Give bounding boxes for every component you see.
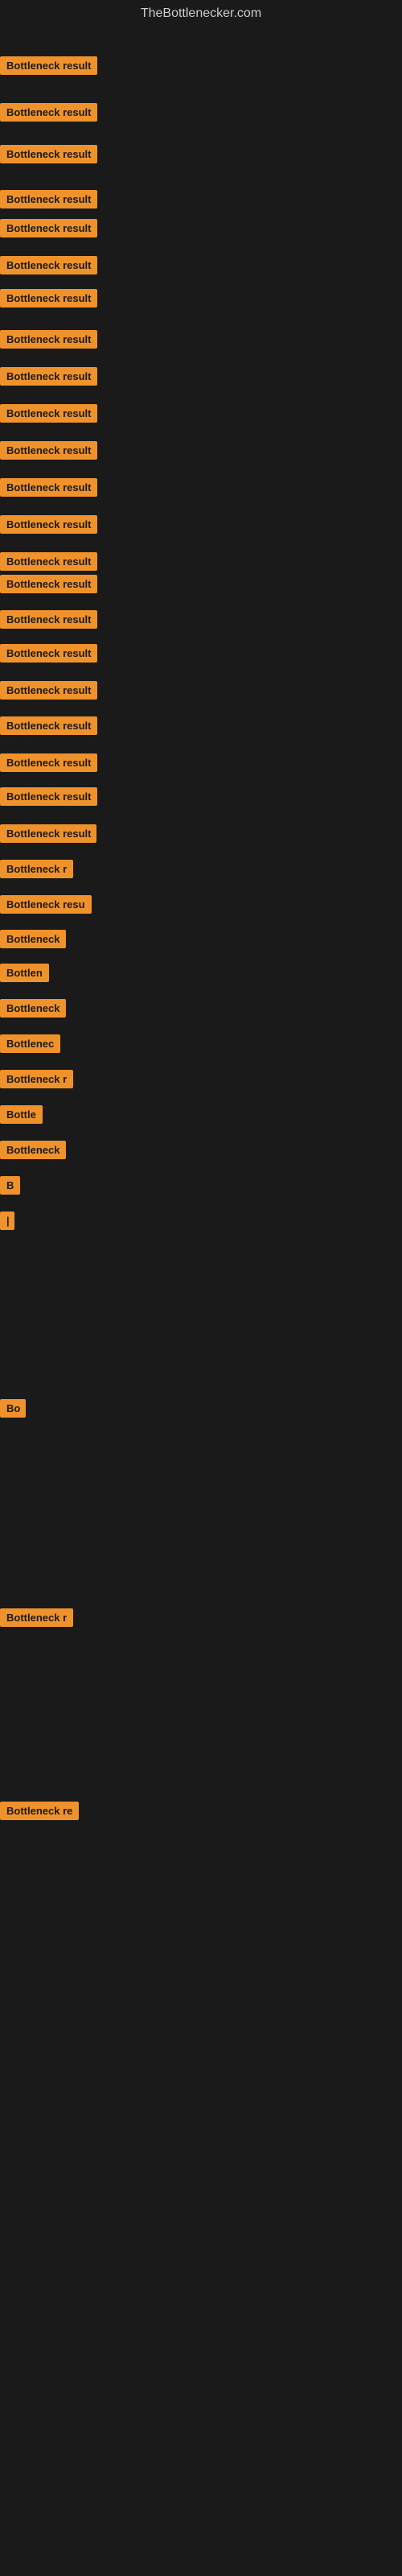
list-item: Bottlenec xyxy=(0,1034,60,1057)
list-item: Bottleneck result xyxy=(0,103,97,126)
bottleneck-badge: Bottleneck result xyxy=(0,478,97,497)
bottleneck-badge: Bottleneck result xyxy=(0,219,97,237)
bottleneck-badge: Bottleneck result xyxy=(0,824,96,843)
list-item: Bottleneck result xyxy=(0,145,97,167)
list-item: Bottleneck result xyxy=(0,289,97,312)
list-item: Bottleneck r xyxy=(0,1070,73,1092)
bottleneck-badge: B xyxy=(0,1176,20,1195)
list-item: Bottleneck result xyxy=(0,644,97,667)
list-item: B xyxy=(0,1176,20,1199)
list-item: Bottleneck result xyxy=(0,330,97,353)
bottleneck-badge: Bottleneck xyxy=(0,930,66,948)
bottleneck-badge: Bottleneck result xyxy=(0,787,97,806)
list-item: Bottleneck result xyxy=(0,753,97,776)
list-item: Bottleneck result xyxy=(0,56,97,79)
bottleneck-badge: Bottleneck result xyxy=(0,404,97,423)
list-item: Bottleneck r xyxy=(0,860,73,882)
list-item: | xyxy=(0,1212,14,1234)
bottleneck-badge: Bottlen xyxy=(0,964,49,982)
list-item: Bottleneck result xyxy=(0,610,97,633)
bottleneck-badge: Bottleneck result xyxy=(0,190,97,208)
list-item: Bottleneck result xyxy=(0,478,97,501)
bottleneck-badge: Bottleneck result xyxy=(0,330,97,349)
bottleneck-badge: Bottleneck result xyxy=(0,716,97,735)
bottleneck-badge: Bottleneck result xyxy=(0,103,97,122)
list-item: Bottleneck result xyxy=(0,515,97,538)
bottleneck-badge: | xyxy=(0,1212,14,1230)
bottleneck-badge: Bottleneck result xyxy=(0,367,97,386)
bottleneck-badge: Bottleneck result xyxy=(0,552,97,571)
list-item: Bottleneck result xyxy=(0,824,96,847)
list-item: Bottleneck result xyxy=(0,190,97,213)
bottleneck-badge: Bottleneck result xyxy=(0,610,97,629)
bottleneck-badge: Bottleneck result xyxy=(0,644,97,663)
bottleneck-badge: Bottleneck r xyxy=(0,1608,73,1627)
list-item: Bottleneck xyxy=(0,999,66,1022)
list-item: Bottleneck result xyxy=(0,441,97,464)
bottleneck-badge: Bottleneck r xyxy=(0,860,73,878)
bottleneck-badge: Bottleneck xyxy=(0,1141,66,1159)
bottleneck-badge: Bottleneck result xyxy=(0,56,97,75)
bottleneck-badge: Bottleneck result xyxy=(0,681,97,700)
list-item: Bottleneck result xyxy=(0,219,97,242)
bottleneck-badge: Bottleneck re xyxy=(0,1802,79,1820)
bottleneck-badge: Bottleneck result xyxy=(0,515,97,534)
bottleneck-badge: Bottle xyxy=(0,1105,43,1124)
bottleneck-badge: Bottlenec xyxy=(0,1034,60,1053)
list-item: Bottleneck result xyxy=(0,787,97,810)
bottleneck-badge: Bottleneck resu xyxy=(0,895,92,914)
list-item: Bottleneck result xyxy=(0,552,97,575)
list-item: Bottleneck result xyxy=(0,575,97,597)
list-item: Bottleneck result xyxy=(0,716,97,739)
list-item: Bottleneck resu xyxy=(0,895,92,918)
list-item: Bottleneck result xyxy=(0,367,97,390)
list-item: Bottleneck result xyxy=(0,256,97,279)
list-item: Bottleneck re xyxy=(0,1802,79,1824)
list-item: Bottleneck xyxy=(0,930,66,952)
list-item: Bottleneck result xyxy=(0,404,97,427)
list-item: Bottleneck xyxy=(0,1141,66,1163)
list-item: Bo xyxy=(0,1399,26,1422)
list-item: Bottleneck r xyxy=(0,1608,73,1631)
bottleneck-badge: Bottleneck result xyxy=(0,753,97,772)
bottleneck-badge: Bottleneck xyxy=(0,999,66,1018)
bottleneck-badge: Bottleneck result xyxy=(0,441,97,460)
list-item: Bottleneck result xyxy=(0,681,97,704)
bottleneck-badge: Bottleneck r xyxy=(0,1070,73,1088)
list-item: Bottle xyxy=(0,1105,43,1128)
bottleneck-badge: Bottleneck result xyxy=(0,256,97,275)
bottleneck-badge: Bottleneck result xyxy=(0,145,97,163)
bottleneck-badge: Bottleneck result xyxy=(0,289,97,308)
site-title: TheBottlenecker.com xyxy=(0,0,402,31)
bottleneck-badge: Bo xyxy=(0,1399,26,1418)
bottleneck-badge: Bottleneck result xyxy=(0,575,97,593)
list-item: Bottlen xyxy=(0,964,49,986)
